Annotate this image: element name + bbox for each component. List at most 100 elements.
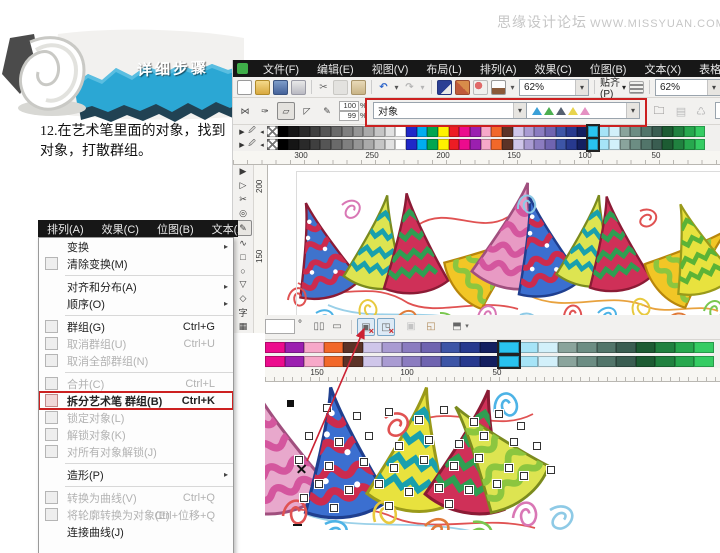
menu-item-清除变换[interactable]: 清除变换(M) bbox=[39, 255, 233, 272]
object-node-handle[interactable] bbox=[325, 462, 333, 470]
object-node-handle[interactable] bbox=[475, 454, 483, 462]
color-swatch[interactable] bbox=[265, 341, 285, 353]
palette-flyout-icon[interactable]: ▶ bbox=[237, 127, 247, 137]
color-swatch[interactable] bbox=[673, 139, 684, 150]
color-swatch[interactable] bbox=[555, 126, 567, 137]
secondary-zoom-combo[interactable]: 62% ▾ bbox=[655, 78, 720, 96]
object-node-handle[interactable] bbox=[365, 432, 373, 440]
color-swatch[interactable] bbox=[427, 126, 438, 137]
color-swatch[interactable] bbox=[448, 126, 460, 137]
ellipse-tool[interactable]: ○ bbox=[235, 264, 251, 278]
object-node-handle[interactable] bbox=[425, 436, 433, 444]
color-swatch[interactable] bbox=[405, 139, 417, 150]
calligraphy-mode-icon[interactable]: ◸ bbox=[299, 103, 315, 119]
color-swatch[interactable] bbox=[502, 139, 513, 150]
text-tool[interactable]: 字 bbox=[235, 305, 251, 319]
spray-category-arrow[interactable]: ▾ bbox=[513, 103, 526, 118]
selection-handle-bottom[interactable] bbox=[293, 524, 302, 526]
menu-item-变换[interactable]: 变换 ▸ bbox=[39, 238, 233, 255]
object-node-handle[interactable] bbox=[335, 438, 343, 446]
object-node-handle[interactable] bbox=[420, 456, 428, 464]
color-swatch[interactable] bbox=[694, 341, 714, 353]
object-node-handle[interactable] bbox=[375, 480, 383, 488]
arrange-menubar-位图[interactable]: 位图(B) bbox=[148, 221, 203, 237]
color-swatch[interactable] bbox=[544, 139, 556, 150]
object-node-handle[interactable] bbox=[505, 464, 513, 472]
ungroup-icon[interactable]: ▣ × bbox=[357, 318, 375, 336]
color-swatch[interactable] bbox=[384, 139, 396, 150]
color-swatch[interactable] bbox=[662, 139, 674, 150]
spray-pattern-arrow[interactable]: ▾ bbox=[626, 103, 639, 118]
cut-icon[interactable]: ✂ bbox=[317, 81, 330, 94]
spray-size-top-field[interactable]: 100 bbox=[339, 101, 359, 111]
color-swatch[interactable] bbox=[343, 341, 363, 353]
mirror-vertical-icon[interactable]: ▭ bbox=[329, 318, 345, 334]
color-swatch[interactable] bbox=[331, 126, 342, 137]
more-options-arrow[interactable]: ▾ bbox=[463, 318, 471, 334]
save-icon[interactable] bbox=[273, 79, 288, 95]
snap-dropdown-arrow[interactable]: ▾ bbox=[622, 83, 626, 92]
new-document-icon[interactable] bbox=[237, 79, 252, 95]
color-swatch[interactable] bbox=[382, 355, 402, 367]
color-swatch[interactable] bbox=[630, 139, 642, 150]
color-swatch[interactable] bbox=[585, 137, 601, 152]
color-swatch[interactable] bbox=[544, 126, 556, 137]
arrange-menubar-效果[interactable]: 效果(C) bbox=[93, 221, 148, 237]
color-swatch[interactable] bbox=[576, 139, 588, 150]
color-swatch[interactable] bbox=[674, 341, 694, 353]
color-swatch[interactable] bbox=[619, 139, 631, 150]
menu-文本[interactable]: 文本(X) bbox=[635, 61, 690, 77]
color-swatch[interactable] bbox=[576, 126, 588, 137]
object-node-handle[interactable] bbox=[465, 486, 473, 494]
ungroup-all-icon[interactable]: ◳ × bbox=[377, 318, 395, 336]
mirror-horizontal-icon[interactable]: ▯▯ bbox=[311, 318, 327, 334]
color-swatch[interactable] bbox=[557, 355, 577, 367]
spray-order-combo[interactable]: 顺序 ▾ bbox=[715, 102, 720, 119]
color-swatch[interactable] bbox=[299, 126, 310, 137]
color-swatch[interactable] bbox=[497, 353, 521, 369]
menu-编辑[interactable]: 编辑(E) bbox=[308, 61, 363, 77]
color-swatch[interactable] bbox=[577, 341, 597, 353]
undo-icon[interactable]: ↶ bbox=[377, 81, 390, 94]
color-swatch[interactable] bbox=[694, 139, 706, 150]
object-node-handle[interactable] bbox=[295, 456, 303, 464]
color-swatch[interactable] bbox=[299, 139, 310, 150]
paste-icon[interactable] bbox=[351, 79, 366, 95]
object-node-handle[interactable] bbox=[455, 440, 463, 448]
color-swatch[interactable] bbox=[440, 341, 460, 353]
color-swatch[interactable] bbox=[459, 139, 471, 150]
color-swatch[interactable] bbox=[401, 355, 421, 367]
color-swatch[interactable] bbox=[598, 126, 609, 137]
object-node-handle[interactable] bbox=[300, 494, 308, 502]
color-swatch[interactable] bbox=[497, 339, 521, 355]
color-swatch[interactable] bbox=[416, 139, 428, 150]
spray-size-bottom-field[interactable]: 99 bbox=[339, 111, 359, 121]
menu-item-群组[interactable]: 群组(G) Ctrl+G bbox=[39, 318, 233, 335]
object-node-handle[interactable] bbox=[315, 480, 323, 488]
sprayer-mode-icon[interactable]: ▱ bbox=[277, 102, 295, 120]
object-node-handle[interactable] bbox=[440, 406, 448, 414]
menu-布局[interactable]: 布局(L) bbox=[417, 61, 470, 77]
drawing-canvas[interactable] bbox=[268, 165, 720, 333]
object-node-handle[interactable] bbox=[517, 422, 525, 430]
color-swatch[interactable] bbox=[309, 139, 321, 150]
color-swatch[interactable] bbox=[288, 126, 300, 137]
arrange-menubar-文本[interactable]: 文本(X) bbox=[203, 221, 238, 237]
color-swatch[interactable] bbox=[641, 139, 652, 150]
object-node-handle[interactable] bbox=[390, 464, 398, 472]
spray-size-steppers[interactable]: 100% 99% bbox=[339, 101, 367, 121]
color-swatch[interactable] bbox=[683, 139, 695, 150]
crop-tool[interactable]: ✂ bbox=[235, 193, 251, 207]
color-swatch[interactable] bbox=[401, 341, 421, 353]
color-swatch[interactable] bbox=[538, 355, 558, 367]
undo-dropdown-arrow[interactable]: ▾ bbox=[393, 81, 400, 94]
shape-tool[interactable]: ▷ bbox=[235, 179, 251, 193]
palette-scroll-left-icon[interactable]: ◂ bbox=[257, 127, 267, 137]
color-swatch[interactable] bbox=[616, 355, 636, 367]
object-node-handle[interactable] bbox=[305, 432, 313, 440]
color-swatch[interactable] bbox=[323, 341, 343, 353]
color-swatch[interactable] bbox=[320, 126, 332, 137]
color-swatch[interactable] bbox=[502, 126, 513, 137]
color-swatch[interactable] bbox=[459, 126, 471, 137]
color-swatch[interactable] bbox=[596, 341, 616, 353]
